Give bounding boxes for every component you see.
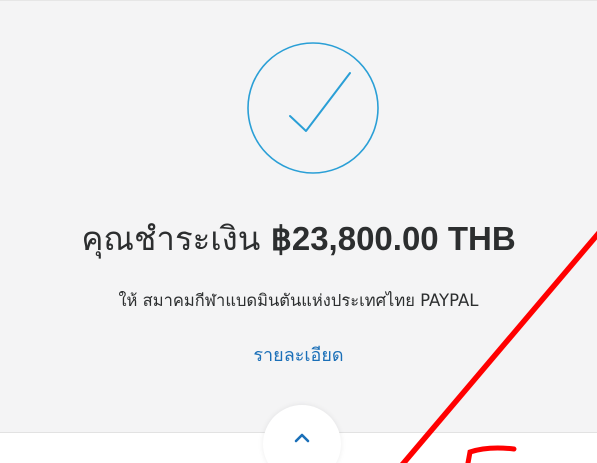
payee-text: ให้ สมาคมกีฬาแบดมินตันแห่งประเทศไทย PAYP… [118, 291, 479, 310]
payment-amount: ฿23,800.00 THB [270, 220, 516, 257]
details-link[interactable]: รายละเอียด [0, 340, 597, 369]
payment-headline: คุณชำระเงิน ฿23,800.00 THB [0, 212, 597, 265]
payment-confirmation-card: คุณชำระเงิน ฿23,800.00 THB ให้ สมาคมกีฬา… [0, 0, 597, 432]
check-circle-icon [246, 41, 380, 175]
headline-prefix: คุณชำระเงิน [81, 219, 261, 258]
chevron-up-icon [294, 433, 310, 443]
